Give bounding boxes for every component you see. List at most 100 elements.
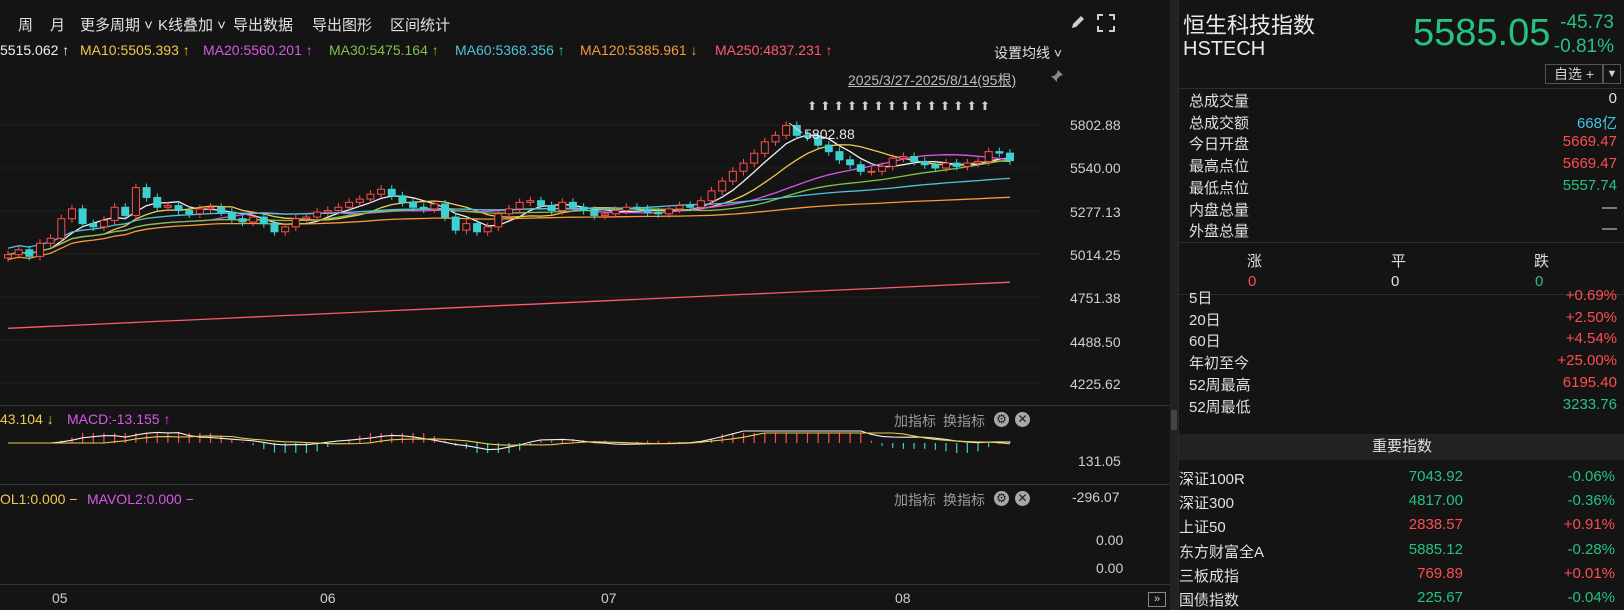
price-chart[interactable]: 5802.88⬆ ⬆ ⬆ ⬆ ⬆ ⬆ ⬆ ⬆ ⬆ ⬆ ⬆ ⬆ ⬆ ⬆ bbox=[0, 62, 1170, 610]
last-price: 5585.05 bbox=[1413, 12, 1551, 54]
arrow-up-icon[interactable]: ⬆ bbox=[940, 99, 950, 113]
arrow-up-icon[interactable]: ⬆ bbox=[860, 99, 870, 113]
performance-label: 60日 bbox=[1189, 333, 1221, 351]
price-axis-label: 5014.25 bbox=[1070, 247, 1121, 263]
performance-value: +25.00% bbox=[1557, 352, 1617, 370]
candle-body bbox=[25, 249, 34, 257]
stat-label: 外盘总量 bbox=[1189, 223, 1250, 241]
arrow-up-icon[interactable]: ⬆ bbox=[900, 99, 910, 113]
candle-body bbox=[99, 219, 108, 228]
export-chart-button[interactable]: 导出图形 bbox=[312, 14, 372, 35]
arrow-up-icon[interactable]: ⬆ bbox=[927, 99, 937, 113]
add-to-watchlist-button[interactable]: 自选 + bbox=[1545, 64, 1603, 84]
macd-gear-icon[interactable]: ⚙ bbox=[994, 412, 1009, 427]
candle-body bbox=[131, 187, 140, 216]
arrow-up-icon[interactable]: ⬆ bbox=[953, 99, 963, 113]
chevron-down-icon[interactable]: ▼ bbox=[1603, 64, 1621, 84]
ma-legend-item: MA120:5385.961 ↓ bbox=[580, 42, 698, 58]
index-row[interactable]: 三板成指 769.89 +0.01% bbox=[1179, 563, 1624, 587]
kline-overlay-dropdown[interactable]: K线叠加 ˅ bbox=[158, 14, 226, 35]
candle-body bbox=[515, 201, 524, 210]
candle-body bbox=[89, 223, 98, 228]
arrow-up-icon[interactable]: ⬆ bbox=[967, 99, 977, 113]
candle-body bbox=[718, 180, 727, 192]
arrow-up-icon[interactable]: ⬆ bbox=[873, 99, 883, 113]
candle-body bbox=[419, 206, 428, 210]
candle-body bbox=[782, 124, 791, 136]
macd-close-icon[interactable]: ✕ bbox=[1015, 412, 1030, 427]
candle-body bbox=[185, 210, 194, 215]
macd-add-indicator[interactable]: 加指标 bbox=[894, 411, 936, 431]
scrollbar[interactable] bbox=[1170, 0, 1178, 610]
ma-legend-item: MA20:5560.201 ↑ bbox=[203, 42, 313, 58]
divider bbox=[1179, 88, 1624, 89]
scrollbar-thumb[interactable] bbox=[1171, 410, 1177, 430]
arrow-up-icon[interactable]: ⬆ bbox=[980, 99, 990, 113]
volume-legend-item: OL1:0.000 − bbox=[0, 491, 78, 507]
stat-value: 5669.47 bbox=[1562, 155, 1617, 173]
export-data-button[interactable]: 导出数据 bbox=[233, 14, 293, 35]
price-change: -45.73 bbox=[1560, 12, 1614, 33]
volume-legend-item: MAVOL2:0.000 − bbox=[87, 491, 194, 507]
macd-switch-indicator[interactable]: 换指标 bbox=[943, 411, 985, 431]
candle-body bbox=[867, 170, 876, 173]
period-month-button[interactable]: 月 bbox=[50, 14, 65, 35]
pencil-icon[interactable] bbox=[1070, 14, 1086, 34]
vol-add-indicator[interactable]: 加指标 bbox=[894, 490, 936, 510]
candle-body bbox=[35, 242, 44, 257]
arrow-up-icon[interactable]: ⬆ bbox=[847, 99, 857, 113]
expand-icon[interactable] bbox=[1097, 14, 1115, 36]
candle-body bbox=[121, 206, 130, 216]
arrow-up-icon[interactable]: ⬆ bbox=[887, 99, 897, 113]
candle-body bbox=[345, 201, 354, 208]
arrow-up-icon[interactable]: ⬆ bbox=[834, 99, 844, 113]
candle-body bbox=[579, 206, 588, 212]
candle-body bbox=[387, 188, 396, 197]
more-periods-dropdown[interactable]: 更多周期 ˅ bbox=[80, 14, 153, 35]
stat-label: 最低点位 bbox=[1189, 179, 1250, 197]
index-row[interactable]: 深证100R 7043.92 -0.06% bbox=[1179, 466, 1624, 490]
candle-body bbox=[675, 205, 684, 210]
vol-axis-bottom: 0.00 bbox=[1096, 560, 1124, 576]
divider bbox=[0, 484, 1170, 485]
arrow-up-icon[interactable]: ⬆ bbox=[820, 99, 830, 113]
performance-label: 5日 bbox=[1189, 290, 1213, 307]
stat-row: 内盘总量 — bbox=[1189, 199, 1617, 221]
range-stats-button[interactable]: 区间统计 bbox=[390, 14, 450, 35]
candle-body bbox=[664, 208, 673, 215]
candle-body bbox=[473, 223, 482, 233]
quote-panel: 恒生科技指数 HSTECH 5585.05 -45.73 -0.81% 自选 +… bbox=[1178, 0, 1624, 610]
vol-gear-icon[interactable]: ⚙ bbox=[994, 491, 1009, 506]
candle-body bbox=[771, 134, 780, 143]
candle-body bbox=[505, 208, 513, 215]
performance-label: 年初至今 bbox=[1189, 355, 1250, 373]
candle-body bbox=[398, 195, 407, 203]
vol-close-icon[interactable]: ✕ bbox=[1015, 491, 1030, 506]
candle-body bbox=[334, 206, 343, 212]
stat-row: 总成交额 668亿 bbox=[1189, 112, 1617, 134]
vol-switch-indicator[interactable]: 换指标 bbox=[943, 490, 985, 510]
candle-body bbox=[142, 187, 151, 198]
time-axis: 05 06 07 08 bbox=[0, 586, 1170, 610]
period-week-button[interactable]: 周 bbox=[18, 14, 33, 35]
ma-settings-dropdown[interactable]: 设置均线 ˅ bbox=[994, 43, 1062, 63]
index-row[interactable]: 深证300 4817.00 -0.36% bbox=[1179, 490, 1624, 514]
candle-body bbox=[377, 188, 386, 195]
index-row[interactable]: 国债指数 225.67 -0.04% bbox=[1179, 587, 1624, 610]
stat-label: 总成交量 bbox=[1189, 93, 1250, 110]
index-row-price: 2838.57 bbox=[1408, 516, 1463, 534]
arrow-up-icon[interactable]: ⬆ bbox=[913, 99, 923, 113]
candle-body bbox=[728, 170, 737, 182]
performance-row: 5日 +0.69% bbox=[1189, 287, 1617, 309]
index-row-name: 国债指数 bbox=[1179, 592, 1240, 609]
stat-row: 今日开盘 5669.47 bbox=[1189, 133, 1617, 155]
candle-body bbox=[622, 206, 631, 212]
index-row[interactable]: 东方财富全A 5885.12 -0.28% bbox=[1179, 539, 1624, 563]
candle-body bbox=[281, 226, 290, 233]
arrow-up-icon[interactable]: ⬆ bbox=[807, 99, 817, 113]
macd-axis-top: 131.05 bbox=[1078, 453, 1121, 469]
index-row[interactable]: 上证50 2838.57 +0.91% bbox=[1179, 514, 1624, 538]
advance-label: 涨 bbox=[1247, 253, 1263, 270]
performance-row: 52周最低 3233.76 bbox=[1189, 396, 1617, 418]
chevrons-right-icon[interactable]: » bbox=[1148, 592, 1166, 607]
